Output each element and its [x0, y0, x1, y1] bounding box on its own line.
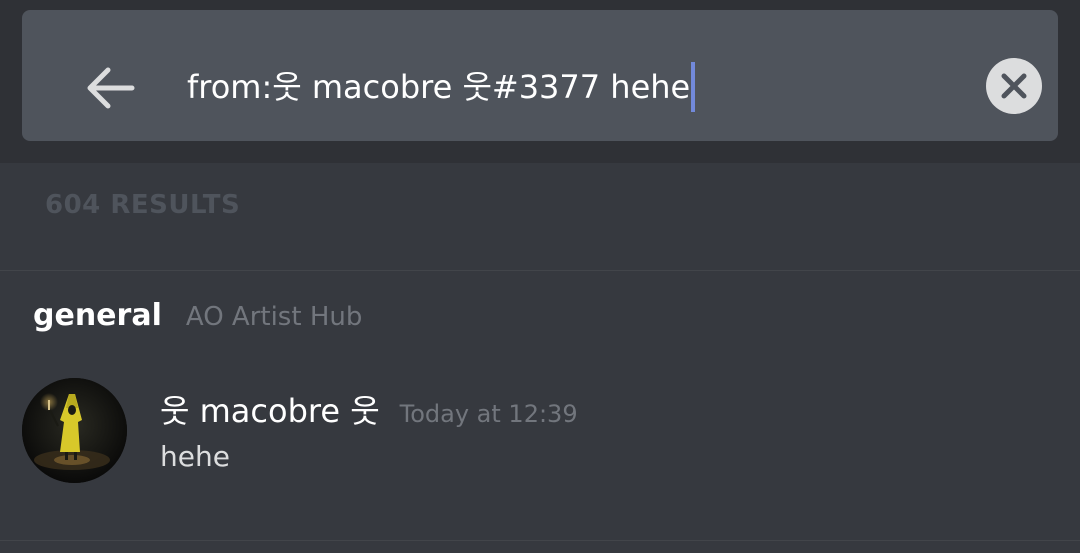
text-cursor — [691, 62, 696, 112]
channel-name: general — [33, 298, 162, 333]
divider — [0, 270, 1080, 271]
message-timestamp: Today at 12:39 — [399, 400, 578, 428]
back-button[interactable] — [80, 58, 140, 118]
clear-search-button[interactable] — [986, 58, 1042, 114]
divider — [0, 540, 1080, 541]
close-icon — [1001, 73, 1027, 99]
arrow-left-icon — [87, 67, 135, 109]
search-box[interactable]: from:웃 macobre 웃#3377 hehe — [22, 10, 1058, 141]
channel-header[interactable]: general AO Artist Hub — [33, 298, 362, 333]
search-query-text: from:웃 macobre 웃#3377 hehe — [187, 68, 691, 106]
search-input[interactable]: from:웃 macobre 웃#3377 hehe — [187, 62, 696, 112]
avatar[interactable] — [22, 378, 127, 483]
message-content: hehe — [160, 440, 230, 473]
avatar-image — [22, 378, 127, 483]
search-header: from:웃 macobre 웃#3377 hehe — [0, 0, 1080, 163]
results-count: 604 RESULTS — [45, 190, 241, 220]
author-name[interactable]: 웃 macobre 웃 — [160, 386, 380, 432]
search-result-message[interactable]: 웃 macobre 웃 Today at 12:39 hehe — [22, 378, 1058, 486]
server-name: AO Artist Hub — [185, 302, 363, 332]
message-header: 웃 macobre 웃 Today at 12:39 — [160, 386, 578, 432]
